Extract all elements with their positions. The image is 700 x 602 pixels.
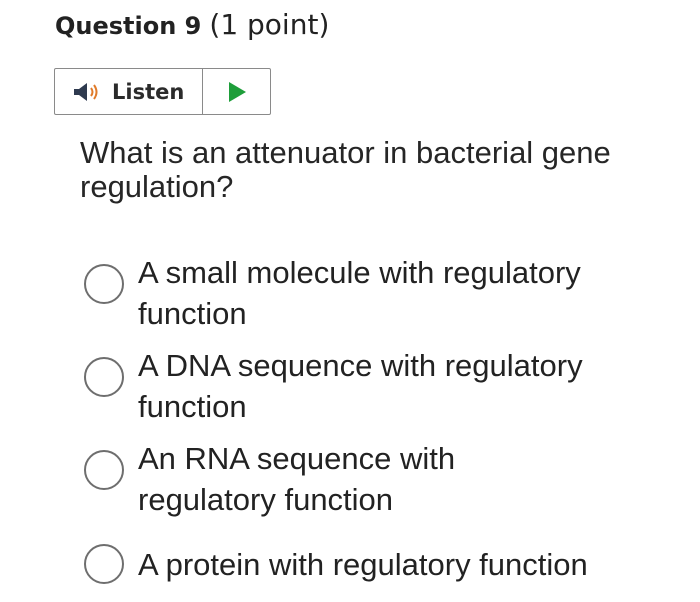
answer-option-1[interactable]: A small molecule with regulatory functio… <box>84 252 658 334</box>
question-text: What is an attenuator in bacterial gene … <box>80 135 611 204</box>
listen-button[interactable]: Listen <box>55 69 203 114</box>
play-button[interactable] <box>203 69 270 114</box>
radio-button[interactable] <box>84 357 124 397</box>
radio-button[interactable] <box>84 544 124 584</box>
answer-option-label: A small molecule with regulatory functio… <box>138 255 581 331</box>
question-title: Question 9 <box>55 12 202 40</box>
play-icon <box>228 81 246 102</box>
radio-button[interactable] <box>84 450 124 490</box>
listen-label: Listen <box>112 79 185 104</box>
radio-button[interactable] <box>84 264 124 304</box>
answer-option-label: A protein with regulatory function <box>138 547 588 582</box>
answer-option-3[interactable]: An RNA sequence with regulatory function <box>84 438 518 520</box>
answer-option-label: An RNA sequence with regulatory function <box>138 441 456 517</box>
question-header: Question 9 (1 point) <box>55 8 329 52</box>
answer-option-label: A DNA sequence with regulatory function <box>138 348 583 424</box>
question-points: (1 point) <box>209 8 330 41</box>
speaker-icon <box>72 80 102 104</box>
listen-widget: Listen <box>54 68 271 115</box>
answer-option-4[interactable]: A protein with regulatory function <box>84 544 658 585</box>
answer-option-2[interactable]: A DNA sequence with regulatory function <box>84 345 658 427</box>
